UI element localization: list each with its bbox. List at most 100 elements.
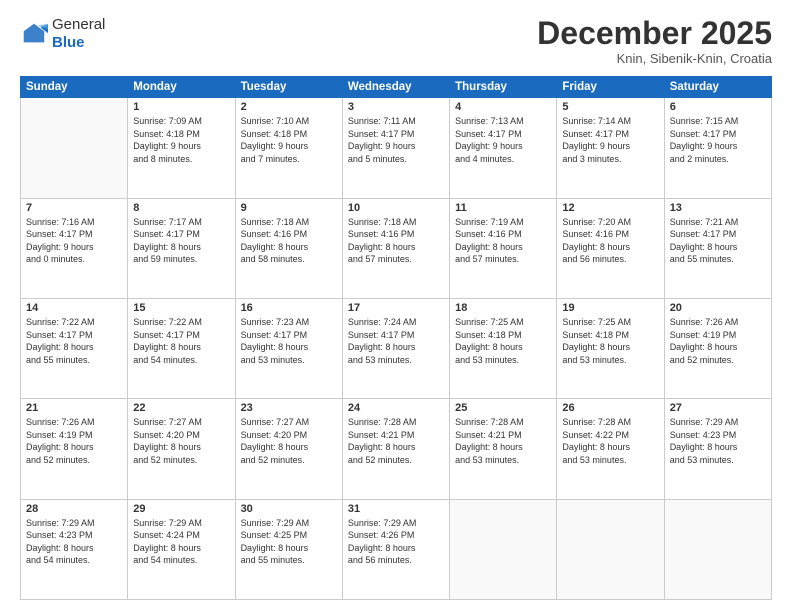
day-number: 24 [348,402,444,414]
day-info: Sunrise: 7:13 AMSunset: 4:17 PMDaylight:… [455,115,551,165]
day-number: 5 [562,101,658,113]
day-info: Sunrise: 7:18 AMSunset: 4:16 PMDaylight:… [348,216,444,266]
day-info: Sunrise: 7:28 AMSunset: 4:21 PMDaylight:… [455,416,551,466]
table-cell: 6 Sunrise: 7:15 AMSunset: 4:17 PMDaylight… [664,98,771,198]
logo-icon [20,20,48,48]
week-row-4: 21 Sunrise: 7:26 AMSunset: 4:19 PMDayligh… [21,399,772,499]
table-cell: 23 Sunrise: 7:27 AMSunset: 4:20 PMDayligh… [235,399,342,499]
day-info: Sunrise: 7:27 AMSunset: 4:20 PMDaylight:… [241,416,337,466]
day-info: Sunrise: 7:23 AMSunset: 4:17 PMDaylight:… [241,316,337,366]
day-number: 8 [133,202,229,214]
table-cell: 11 Sunrise: 7:19 AMSunset: 4:16 PMDayligh… [450,198,557,298]
table-cell: 22Sunrise: 7:27 AMSunset: 4:20 PMDayligh… [128,399,235,499]
day-info: Sunrise: 7:20 AMSunset: 4:16 PMDaylight:… [562,216,658,266]
col-saturday: Saturday [664,77,771,98]
week-row-2: 7 Sunrise: 7:16 AMSunset: 4:17 PMDaylight… [21,198,772,298]
table-cell [557,499,664,599]
day-info: Sunrise: 7:22 AMSunset: 4:17 PMDaylight:… [26,316,122,366]
day-number: 28 [26,503,122,515]
table-cell: 7 Sunrise: 7:16 AMSunset: 4:17 PMDaylight… [21,198,128,298]
day-number: 2 [241,101,337,113]
day-info: Sunrise: 7:15 AMSunset: 4:17 PMDaylight:… [670,115,766,165]
table-cell: 18 Sunrise: 7:25 AMSunset: 4:18 PMDayligh… [450,298,557,398]
day-number: 30 [241,503,337,515]
day-number: 7 [26,202,122,214]
table-cell: 12 Sunrise: 7:20 AMSunset: 4:16 PMDayligh… [557,198,664,298]
col-sunday: Sunday [21,77,128,98]
location-subtitle: Knin, Sibenik-Knin, Croatia [537,51,772,66]
day-number: 17 [348,302,444,314]
day-info: Sunrise: 7:11 AMSunset: 4:17 PMDaylight:… [348,115,444,165]
day-info: Sunrise: 7:25 AMSunset: 4:18 PMDaylight:… [455,316,551,366]
day-info: Sunrise: 7:21 AMSunset: 4:17 PMDaylight:… [670,216,766,266]
day-number: 25 [455,402,551,414]
day-info: Sunrise: 7:28 AMSunset: 4:21 PMDaylight:… [348,416,444,466]
day-number: 21 [26,402,122,414]
logo-blue: Blue [52,34,85,51]
table-cell: 5 Sunrise: 7:14 AMSunset: 4:17 PMDaylight… [557,98,664,198]
day-number: 22 [133,402,229,414]
day-number: 9 [241,202,337,214]
day-info: Sunrise: 7:29 AMSunset: 4:23 PMDaylight:… [670,416,766,466]
day-info: Sunrise: 7:26 AMSunset: 4:19 PMDaylight:… [670,316,766,366]
day-number: 13 [670,202,766,214]
day-number: 14 [26,302,122,314]
page: General Blue December 2025 Knin, Sibenik… [0,0,792,612]
table-cell: 20Sunrise: 7:26 AMSunset: 4:19 PMDayligh… [664,298,771,398]
table-cell: 29Sunrise: 7:29 AMSunset: 4:24 PMDayligh… [128,499,235,599]
table-cell: 31Sunrise: 7:29 AMSunset: 4:26 PMDayligh… [342,499,449,599]
day-number: 27 [670,402,766,414]
day-info: Sunrise: 7:09 AMSunset: 4:18 PMDaylight:… [133,115,229,165]
table-cell: 1 Sunrise: 7:09 AMSunset: 4:18 PMDaylight… [128,98,235,198]
day-info: Sunrise: 7:29 AMSunset: 4:25 PMDaylight:… [241,517,337,567]
day-number: 6 [670,101,766,113]
table-cell: 19 Sunrise: 7:25 AMSunset: 4:18 PMDayligh… [557,298,664,398]
day-info: Sunrise: 7:26 AMSunset: 4:19 PMDaylight:… [26,416,122,466]
header: General Blue December 2025 Knin, Sibenik… [20,16,772,66]
table-cell: 26Sunrise: 7:28 AMSunset: 4:22 PMDayligh… [557,399,664,499]
week-row-5: 28Sunrise: 7:29 AMSunset: 4:23 PMDayligh… [21,499,772,599]
table-cell: 9 Sunrise: 7:18 AMSunset: 4:16 PMDaylight… [235,198,342,298]
table-cell: 13 Sunrise: 7:21 AMSunset: 4:17 PMDayligh… [664,198,771,298]
day-number: 1 [133,101,229,113]
day-number: 19 [562,302,658,314]
table-cell: 15Sunrise: 7:22 AMSunset: 4:17 PMDayligh… [128,298,235,398]
table-cell [21,98,128,198]
day-info: Sunrise: 7:18 AMSunset: 4:16 PMDaylight:… [241,216,337,266]
table-cell: 4 Sunrise: 7:13 AMSunset: 4:17 PMDaylight… [450,98,557,198]
table-cell: 28Sunrise: 7:29 AMSunset: 4:23 PMDayligh… [21,499,128,599]
day-number: 29 [133,503,229,515]
day-info: Sunrise: 7:14 AMSunset: 4:17 PMDaylight:… [562,115,658,165]
day-number: 11 [455,202,551,214]
month-title: December 2025 [537,16,772,51]
logo-general: General [52,16,105,33]
table-cell [450,499,557,599]
day-number: 4 [455,101,551,113]
day-number: 23 [241,402,337,414]
day-number: 26 [562,402,658,414]
table-cell [664,499,771,599]
day-number: 31 [348,503,444,515]
col-wednesday: Wednesday [342,77,449,98]
col-friday: Friday [557,77,664,98]
day-number: 16 [241,302,337,314]
day-info: Sunrise: 7:16 AMSunset: 4:17 PMDaylight:… [26,216,122,266]
day-number: 10 [348,202,444,214]
table-cell: 24 Sunrise: 7:28 AMSunset: 4:21 PMDayligh… [342,399,449,499]
day-number: 3 [348,101,444,113]
table-cell: 2Sunrise: 7:10 AMSunset: 4:18 PMDaylight… [235,98,342,198]
day-info: Sunrise: 7:25 AMSunset: 4:18 PMDaylight:… [562,316,658,366]
day-number: 18 [455,302,551,314]
day-number: 12 [562,202,658,214]
day-info: Sunrise: 7:19 AMSunset: 4:16 PMDaylight:… [455,216,551,266]
table-cell: 3 Sunrise: 7:11 AMSunset: 4:17 PMDaylight… [342,98,449,198]
col-monday: Monday [128,77,235,98]
title-block: December 2025 Knin, Sibenik-Knin, Croati… [537,16,772,66]
day-info: Sunrise: 7:24 AMSunset: 4:17 PMDaylight:… [348,316,444,366]
calendar-header-row: Sunday Monday Tuesday Wednesday Thursday… [21,77,772,98]
table-cell: 16 Sunrise: 7:23 AMSunset: 4:17 PMDayligh… [235,298,342,398]
col-thursday: Thursday [450,77,557,98]
table-cell: 17 Sunrise: 7:24 AMSunset: 4:17 PMDayligh… [342,298,449,398]
col-tuesday: Tuesday [235,77,342,98]
day-info: Sunrise: 7:22 AMSunset: 4:17 PMDaylight:… [133,316,229,366]
